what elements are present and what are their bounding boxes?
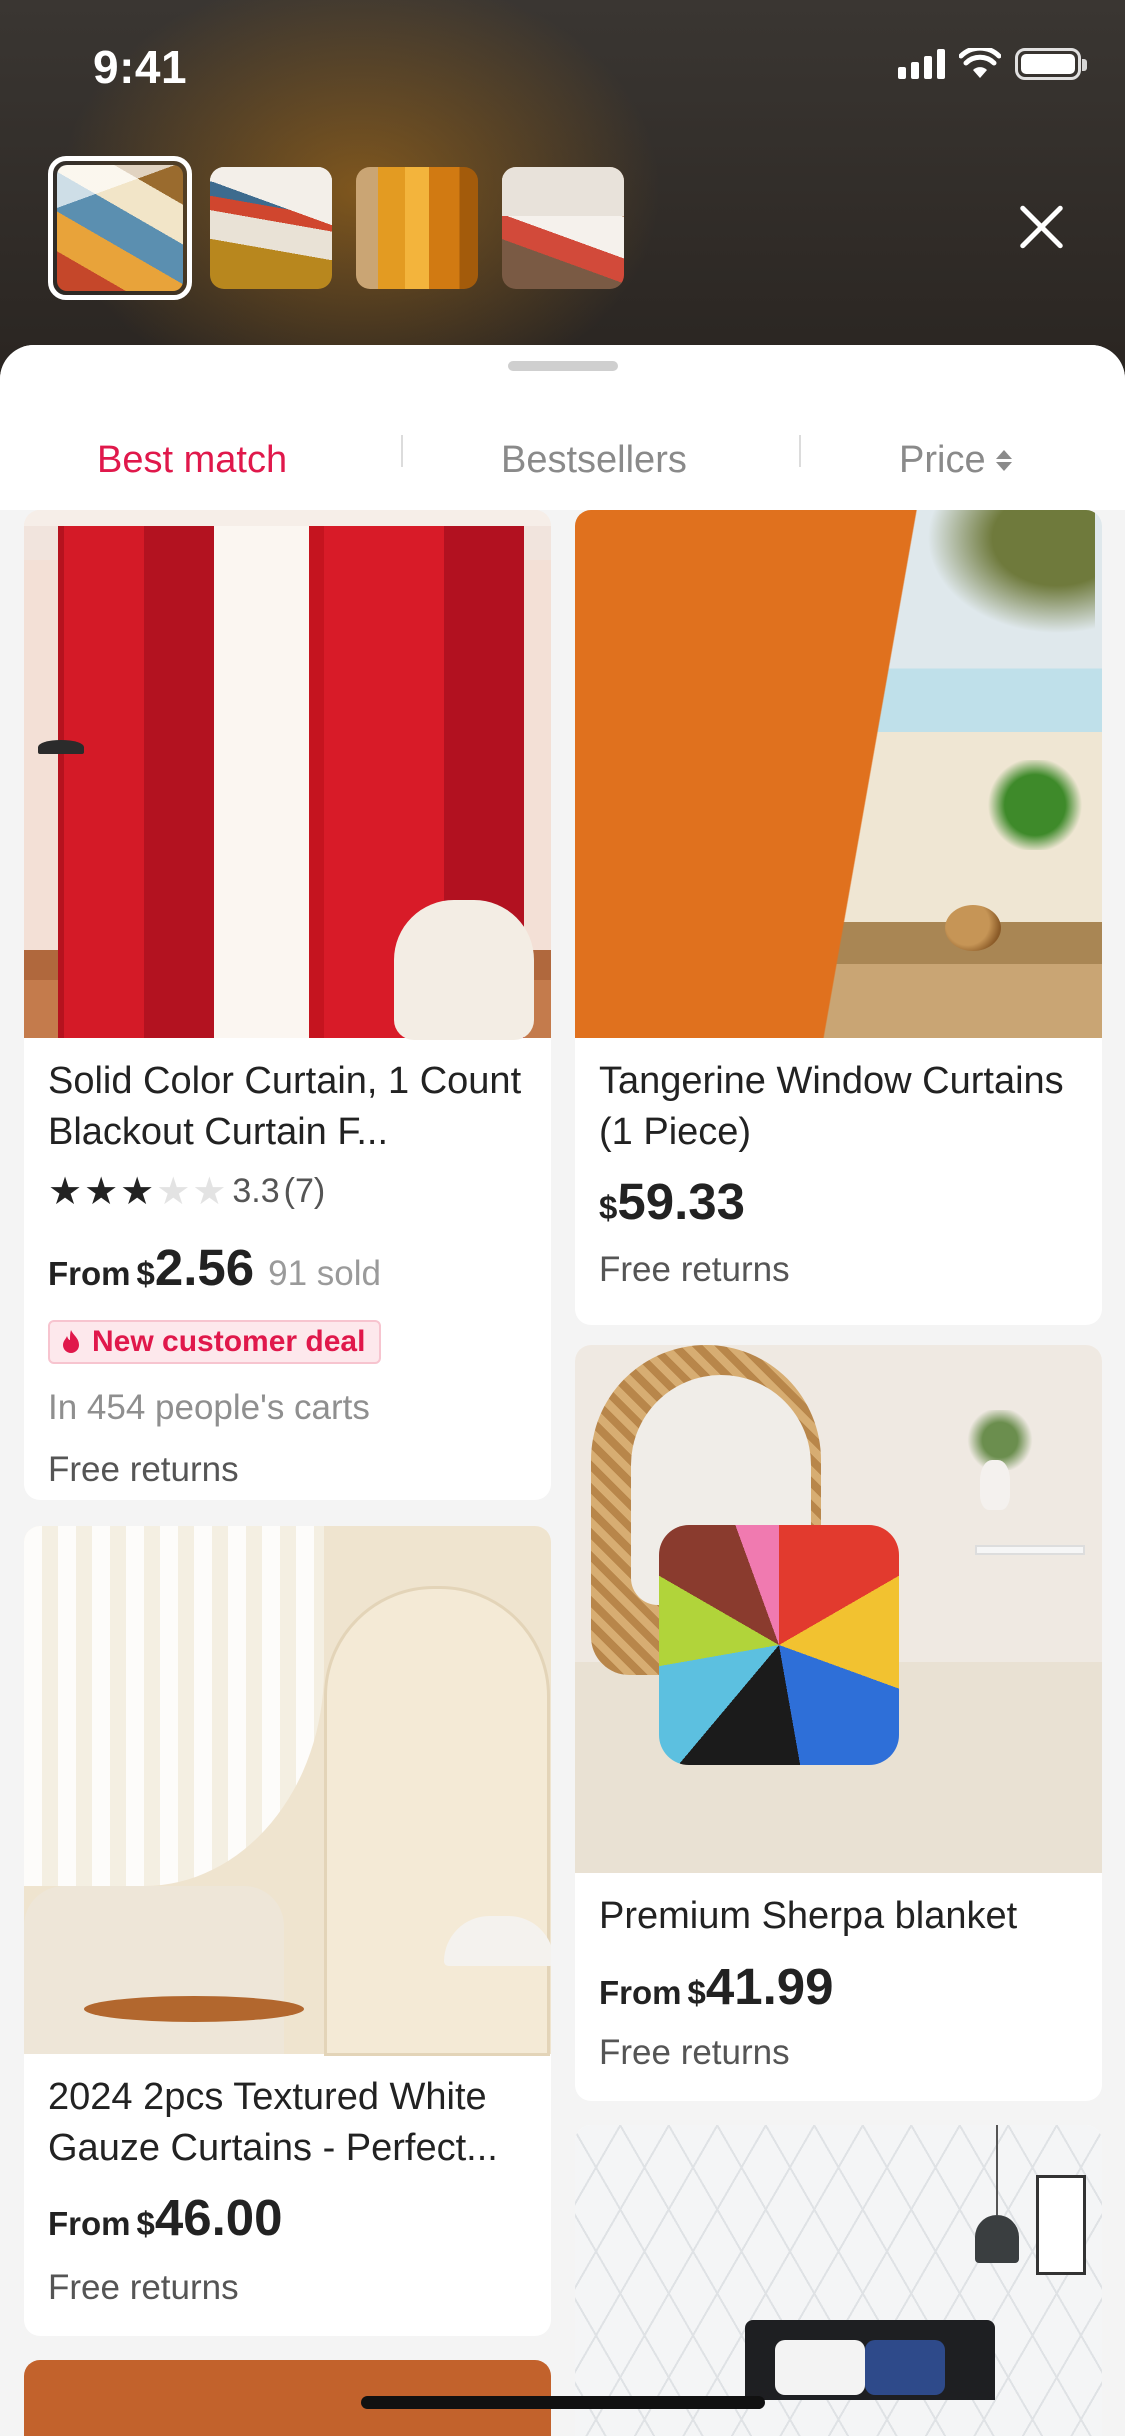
price-currency: $ [136, 2205, 155, 2242]
signal-icon [898, 49, 945, 79]
price-currency: $ [136, 1255, 155, 1292]
price-prefix: From [48, 2205, 131, 2242]
free-returns: Free returns [599, 1250, 790, 1289]
product-image [575, 1345, 1102, 1873]
price-currency: $ [687, 1974, 706, 2011]
product-price: From $ 2.56 91 sold [48, 1238, 381, 1297]
review-count: (7) [283, 1172, 326, 1210]
product-image [575, 2125, 1102, 2436]
thumbnail-bed-yellow-throw[interactable] [210, 167, 332, 289]
new-customer-deal-badge: New customer deal [48, 1320, 382, 1364]
product-image [24, 510, 551, 1040]
star-icon: ★ [156, 1170, 191, 1213]
battery-icon [1015, 48, 1087, 80]
price-amount: 2.56 [154, 1239, 255, 1296]
product-title: Tangerine Window Curtains (1 Piece) [599, 1060, 1064, 1153]
tab-best-match[interactable]: Best match [97, 430, 287, 490]
home-indicator[interactable] [361, 2396, 765, 2409]
star-icon: ★ [120, 1170, 155, 1213]
price-amount: 46.00 [154, 2189, 283, 2246]
product-title: Premium Sherpa blanket [599, 1895, 1018, 1937]
tab-divider [401, 435, 403, 467]
sold-count: 91 sold [268, 1254, 381, 1293]
tab-bestsellers[interactable]: Bestsellers [501, 430, 687, 490]
tab-price[interactable]: Price [899, 430, 1012, 490]
sheet-header: Best match Bestsellers Price [0, 345, 1125, 510]
product-image [575, 510, 1102, 1038]
product-card-sherpa-blanket[interactable]: Premium Sherpa blanket From $ 41.99 Free… [575, 1345, 1102, 2101]
close-icon[interactable] [1016, 202, 1066, 252]
product-rating: ★ ★ ★ ★ ★ 3.3 (7) [48, 1172, 325, 1211]
product-price: From $ 46.00 [48, 2188, 282, 2247]
product-title: 2024 2pcs Textured White Gauze Curtains … [48, 2076, 498, 2169]
search-image-thumbnails [48, 156, 624, 300]
product-card-bedroom-wallpaper[interactable] [575, 2125, 1102, 2436]
thumbnail-orange-curtain[interactable] [356, 167, 478, 289]
results-sheet: Best match Bestsellers Price Solid Color… [0, 345, 1125, 2436]
product-card-gauze-curtains[interactable]: 2024 2pcs Textured White Gauze Curtains … [24, 1526, 551, 2336]
price-prefix: From [599, 1974, 682, 2011]
tab-price-label: Price [899, 439, 986, 481]
sheet-grabber[interactable] [508, 361, 618, 371]
price-prefix: From [48, 1255, 131, 1292]
flame-icon [63, 1330, 79, 1353]
badge-label: New customer deal [92, 1325, 366, 1358]
price-amount: 41.99 [705, 1958, 834, 2015]
price-amount: 59.33 [617, 1173, 745, 1230]
star-icon: ★ [84, 1170, 119, 1213]
status-time: 9:41 [93, 41, 188, 93]
star-icon: ★ [192, 1170, 227, 1213]
free-returns: Free returns [48, 2268, 239, 2307]
product-title: Solid Color Curtain, 1 Count Blackout Cu… [48, 1060, 522, 1153]
carts-count: In 454 people's carts [48, 1388, 370, 1427]
free-returns: Free returns [599, 2033, 790, 2072]
rating-value: 3.3 [232, 1172, 280, 1210]
sort-icon [995, 449, 1012, 471]
sort-tabs: Best match Bestsellers Price [0, 430, 1125, 490]
product-image [24, 1526, 551, 2056]
star-icon: ★ [48, 1170, 83, 1213]
wifi-icon [959, 48, 1001, 78]
thumbnail-pillow[interactable] [502, 167, 624, 289]
product-card-tangerine-curtains[interactable]: Tangerine Window Curtains (1 Piece) $ 59… [575, 510, 1102, 1325]
product-price: $ 59.33 [599, 1172, 745, 1231]
price-currency: $ [599, 1189, 618, 1226]
product-price: From $ 41.99 [599, 1957, 833, 2016]
product-card-solid-color-curtain[interactable]: Solid Color Curtain, 1 Count Blackout Cu… [24, 510, 551, 1500]
free-returns: Free returns [48, 1450, 239, 1489]
tab-divider [799, 435, 801, 467]
thumbnail-patchwork-bedding[interactable] [48, 156, 192, 300]
status-icons [898, 48, 1087, 80]
